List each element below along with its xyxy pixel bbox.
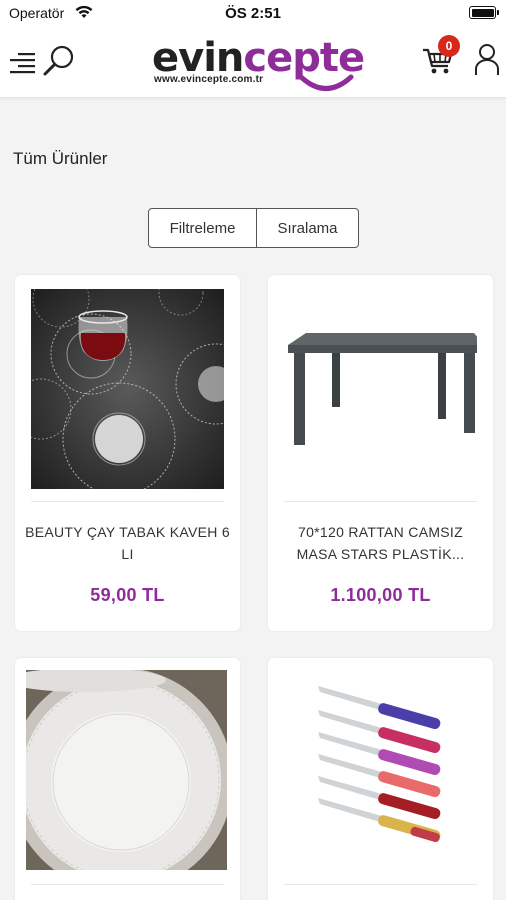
sort-button[interactable]: Sıralama [257, 209, 358, 247]
product-card[interactable] [15, 658, 240, 900]
search-icon[interactable] [42, 44, 76, 78]
filter-sort-toolbar: Filtreleme Sıralama [148, 208, 359, 248]
product-image[interactable] [284, 672, 477, 872]
battery-icon [469, 6, 499, 19]
logo-smile-icon [298, 74, 354, 91]
user-icon[interactable] [474, 43, 500, 77]
menu-icon[interactable] [10, 52, 36, 74]
product-price: 1.100,00 TL [330, 585, 431, 605]
product-name[interactable]: 70*120 RATTAN CAMSIZ MASA STARS PLASTİK.… [276, 521, 485, 565]
clock: ÖS 2:51 [225, 5, 281, 22]
app-header: evincepte www.evincepte.com.tr 0 [0, 28, 506, 98]
product-card[interactable] [268, 658, 493, 900]
brand-logo[interactable]: evincepte www.evincepte.com.tr [148, 34, 365, 92]
product-image[interactable] [31, 289, 224, 489]
product-image[interactable] [26, 670, 227, 870]
cart-count-badge: 0 [438, 35, 460, 57]
filter-button[interactable]: Filtreleme [149, 209, 257, 247]
product-price: 59,00 TL [90, 585, 165, 605]
logo-url: www.evincepte.com.tr [154, 74, 264, 85]
product-card[interactable]: BEAUTY ÇAY TABAK KAVEH 6 LI 59,00 TL [15, 275, 240, 631]
product-image[interactable] [284, 289, 477, 489]
product-name[interactable]: BEAUTY ÇAY TABAK KAVEH 6 LI [23, 521, 232, 565]
status-bar: Operatör ÖS 2:51 [0, 0, 506, 28]
product-card[interactable]: 70*120 RATTAN CAMSIZ MASA STARS PLASTİK.… [268, 275, 493, 631]
page-title: Tüm Ürünler [13, 149, 108, 168]
